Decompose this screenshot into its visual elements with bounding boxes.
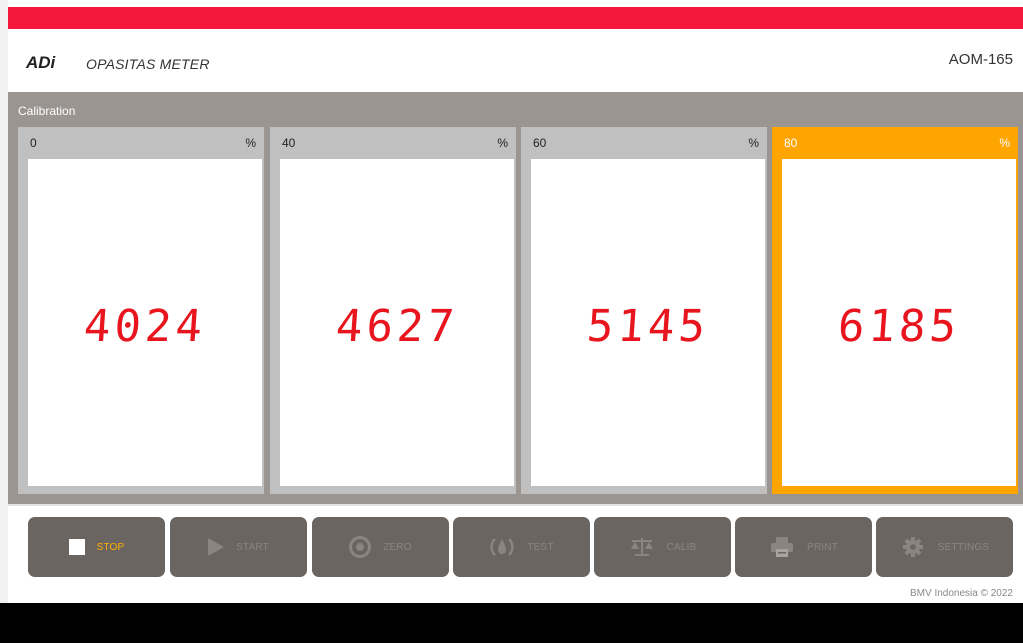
- print-button[interactable]: PRINT: [735, 517, 872, 577]
- target-icon: [349, 536, 372, 558]
- calibration-card-40[interactable]: 40 % 4627: [270, 127, 516, 494]
- card-header: 80 %: [772, 127, 1018, 159]
- calib-button[interactable]: CALIB: [594, 517, 731, 577]
- calibration-card-80[interactable]: 80 % 6185: [772, 127, 1018, 494]
- card-display: 5145: [531, 159, 765, 486]
- card-header: 40 %: [270, 127, 516, 159]
- button-label: STOP: [96, 541, 125, 553]
- zero-button[interactable]: ZERO: [312, 517, 449, 577]
- card-header: 0 %: [18, 127, 264, 159]
- app-subtitle: OPASITAS METER: [86, 56, 210, 72]
- card-header: 60 %: [521, 127, 767, 159]
- card-display: 6185: [782, 159, 1016, 486]
- start-button[interactable]: START: [170, 517, 307, 577]
- button-toolbar: STOP START ZERO TEST CALIB PRINT SETTING…: [8, 504, 1023, 603]
- segment-reading: 4024: [82, 301, 208, 352]
- card-display: 4627: [280, 159, 514, 486]
- button-label: ZERO: [383, 541, 412, 553]
- panel-title: Calibration: [18, 104, 76, 118]
- card-percent: 0: [30, 136, 37, 150]
- button-label: START: [236, 541, 269, 553]
- button-label: PRINT: [807, 541, 838, 553]
- gear-icon: [902, 537, 923, 557]
- stop-square-icon: [68, 539, 85, 555]
- left-edge: [0, 0, 8, 603]
- card-unit: %: [245, 136, 256, 150]
- segment-reading: 6185: [836, 301, 962, 352]
- card-percent: 40: [282, 136, 296, 150]
- card-unit: %: [748, 136, 759, 150]
- play-icon: [208, 538, 225, 556]
- brand-top-bar: [8, 7, 1023, 29]
- test-button[interactable]: TEST: [453, 517, 590, 577]
- device-model: AOM-165: [948, 51, 1013, 68]
- card-display: 4024: [28, 159, 262, 486]
- card-unit: %: [999, 136, 1010, 150]
- app-window: ADi OPASITAS METER AOM-165 Calibration 0…: [0, 0, 1023, 643]
- stop-button[interactable]: STOP: [28, 517, 165, 577]
- segment-reading: 5145: [585, 301, 711, 352]
- copyright-text: BMV Indonesia © 2022: [910, 588, 1013, 599]
- printer-icon: [771, 537, 793, 557]
- card-percent: 60: [533, 136, 547, 150]
- bottom-black-bar: [0, 603, 1023, 643]
- calibration-card-0[interactable]: 0 % 4024: [18, 127, 264, 494]
- calibration-panel: Calibration 0 % 4024 40 % 4627 60 % 5145…: [8, 92, 1023, 504]
- smoke-gauge-icon: [490, 538, 514, 556]
- button-label: SETTINGS: [937, 541, 990, 553]
- segment-reading: 4627: [334, 301, 460, 352]
- header: ADi OPASITAS METER AOM-165: [8, 29, 1023, 92]
- card-unit: %: [497, 136, 508, 150]
- button-label: CALIB: [666, 541, 697, 553]
- calibration-card-60[interactable]: 60 % 5145: [521, 127, 767, 494]
- brand-logo: ADi: [26, 53, 56, 72]
- button-label: TEST: [527, 541, 554, 553]
- settings-button[interactable]: SETTINGS: [876, 517, 1013, 577]
- balance-scale-icon: [630, 538, 653, 556]
- card-percent: 80: [784, 136, 798, 150]
